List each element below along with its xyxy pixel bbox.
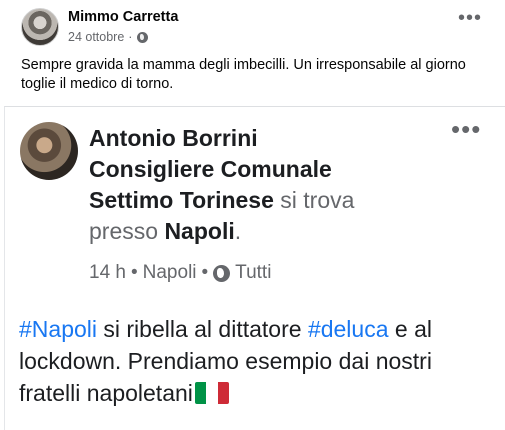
- post-date[interactable]: 24 ottobre: [68, 30, 124, 44]
- checkin-prefix: si trova: [280, 187, 355, 213]
- embedded-time: 14 h: [89, 262, 126, 283]
- author-name[interactable]: Mimmo Carretta: [68, 9, 178, 25]
- embedded-audience: Tutti: [235, 262, 272, 283]
- flag-stripe-green: [194, 382, 207, 404]
- checkin-place: Napoli: [164, 218, 235, 244]
- embedded-globe-icon: [213, 264, 231, 282]
- post-meta: 24 ottobre ·: [68, 30, 149, 44]
- embedded-header: Antonio Borrini Consigliere Comunale Set…: [89, 123, 429, 247]
- embedded-author-avatar: [20, 122, 78, 180]
- embedded-more-options-icon: •••: [451, 114, 482, 144]
- embedded-dot-1: •: [130, 262, 138, 283]
- hashtag-napoli: #Napoli: [19, 316, 97, 342]
- author-avatar[interactable]: [21, 8, 59, 46]
- checkin-at: presso: [89, 218, 159, 244]
- italy-flag-icon: [194, 382, 229, 404]
- embedded-post-text: #Napoli si ribella al dittatore #deluca …: [19, 313, 499, 409]
- embedded-author-role: Consigliere Comunale: [89, 156, 332, 182]
- embedded-meta: 14 h • Napoli • Tutti: [89, 262, 271, 284]
- embedded-dot-2: •: [201, 262, 209, 283]
- embedded-author-name: Antonio Borrini: [89, 125, 258, 151]
- meta-separator: ·: [128, 30, 133, 44]
- embedded-screenshot: Antonio Borrini Consigliere Comunale Set…: [4, 106, 505, 430]
- embedded-text-1: si ribella al dittatore: [97, 316, 308, 342]
- post-text: Sempre gravida la mamma degli imbecilli.…: [21, 57, 466, 92]
- more-options-icon[interactable]: •••: [458, 8, 482, 28]
- globe-icon[interactable]: [137, 31, 149, 43]
- embedded-author-city: Settimo Torinese: [89, 187, 274, 213]
- embedded-location: Napoli: [142, 262, 197, 283]
- flag-stripe-white: [206, 382, 218, 404]
- flag-stripe-red: [217, 382, 229, 404]
- hashtag-deluca: #deluca: [307, 316, 389, 342]
- facebook-post: Mimmo Carretta 24 ottobre · ••• Sempre g…: [0, 0, 505, 430]
- checkin-suffix: .: [234, 218, 242, 244]
